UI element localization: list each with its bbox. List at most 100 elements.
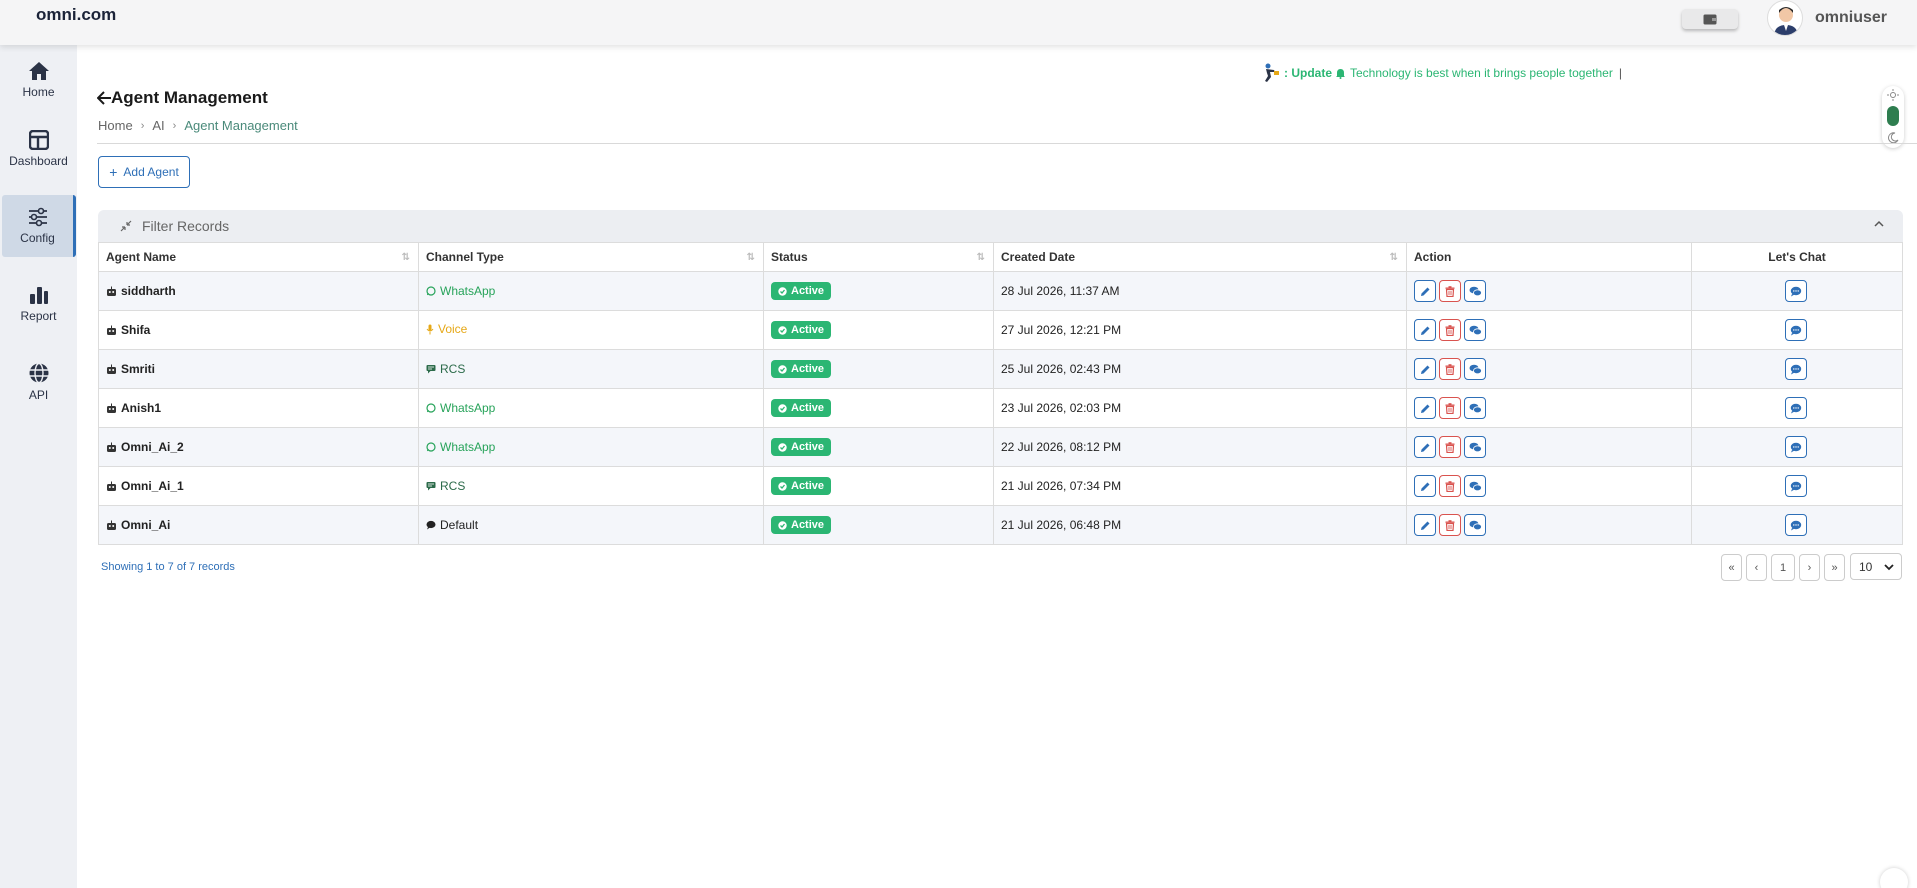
pagination: « ‹ 1 › » [1721,554,1845,581]
next-page-button[interactable]: › [1799,554,1820,581]
page-number-button[interactable]: 1 [1771,554,1795,581]
sidebar-item-label: API [28,388,49,402]
created-date-cell: 22 Jul 2026, 08:12 PM [993,427,1407,467]
created-date: 22 Jul 2026, 08:12 PM [1001,440,1122,454]
first-page-button[interactable]: « [1721,554,1742,581]
agent-name-cell: Omni_Ai_1 [98,466,419,506]
delete-button[interactable] [1439,280,1461,302]
whatsapp-icon [426,441,436,452]
chat-button[interactable] [1784,514,1807,536]
created-date-cell: 28 Jul 2026, 11:37 AM [993,271,1407,311]
microphone-icon [426,324,434,335]
page-size-select[interactable]: 10 [1850,553,1902,580]
ticker-message: Technology is best when it brings people… [1350,66,1613,80]
delete-button[interactable] [1439,358,1461,380]
edit-button[interactable] [1414,319,1436,341]
column-header-created-date[interactable]: Created Date ⇅ [993,242,1407,272]
sidebar-item-api[interactable]: API [0,351,77,413]
edit-button[interactable] [1414,358,1436,380]
chat-button[interactable] [1784,319,1807,341]
edit-button[interactable] [1414,397,1436,419]
edit-button[interactable] [1414,475,1436,497]
conversations-button[interactable] [1464,319,1486,341]
last-page-button[interactable]: » [1824,554,1845,581]
conversations-button[interactable] [1464,475,1486,497]
sort-icon[interactable]: ⇅ [977,252,985,263]
robot-icon [107,403,116,413]
created-date-cell: 21 Jul 2026, 07:34 PM [993,466,1407,506]
agent-name: Anish1 [121,401,162,415]
channel-type-cell: RCS [418,466,764,506]
action-cell [1406,349,1692,389]
column-header-channel-type[interactable]: Channel Type ⇅ [418,242,764,272]
chevron-right-icon: › [140,119,145,132]
chat-button[interactable] [1784,280,1807,302]
delete-button[interactable] [1439,319,1461,341]
agents-table: Agent Name ⇅ Channel Type ⇅ Status ⇅ Create… [98,242,1903,545]
chat-button[interactable] [1784,397,1807,419]
action-cell [1406,505,1692,545]
status-badge: Active [771,360,832,378]
status-cell: Active [763,505,994,545]
created-date-cell: 23 Jul 2026, 02:03 PM [993,388,1407,428]
wallet-button[interactable] [1682,9,1738,29]
conversations-icon [1469,481,1482,491]
sidebar-item-dashboard[interactable]: Dashboard [0,118,77,180]
conversations-button[interactable] [1464,514,1486,536]
add-agent-label: Add Agent [123,165,179,179]
prev-page-button[interactable]: ‹ [1746,554,1767,581]
column-header-status[interactable]: Status ⇅ [763,242,994,272]
sort-icon[interactable]: ⇅ [1390,252,1398,263]
chevron-up-icon[interactable] [1873,218,1885,230]
conversations-button[interactable] [1464,280,1486,302]
chat-button[interactable] [1784,475,1807,497]
chat-button[interactable] [1784,436,1807,458]
lets-chat-cell [1691,349,1903,389]
delete-button[interactable] [1439,397,1461,419]
add-agent-button[interactable]: + Add Agent [98,156,190,188]
trash-icon [1445,402,1455,414]
sidebar-item-config[interactable]: Config [2,195,76,257]
table-row: Omni_Ai Default Active 21 Jul 2026, 06:48 P… [98,505,1903,545]
chat-bubble-icon [426,520,436,529]
column-header-agent-name[interactable]: Agent Name ⇅ [98,242,419,272]
sidebar-item-home[interactable]: Home [0,49,77,111]
edit-button[interactable] [1414,514,1436,536]
message-icon [1790,364,1801,374]
conversations-icon [1469,364,1482,374]
brand-logo[interactable]: omni.com [36,5,116,25]
conversations-button[interactable] [1464,358,1486,380]
agent-name-cell: Smriti [98,349,419,389]
back-arrow-icon[interactable] [97,91,111,105]
conversations-icon [1469,520,1482,530]
filter-records-bar[interactable]: Filter Records [98,210,1903,242]
table-row: Omni_Ai_2 WhatsApp Active 22 Jul 2026, 08:1… [98,427,1903,467]
sort-icon[interactable]: ⇅ [402,252,410,263]
channel-type: WhatsApp [440,283,496,298]
theme-toggle[interactable] [1882,86,1904,148]
user-avatar[interactable] [1767,0,1803,36]
sidebar-item-label: Dashboard [9,154,68,168]
delete-button[interactable] [1439,475,1461,497]
edit-button[interactable] [1414,280,1436,302]
conversations-button[interactable] [1464,397,1486,419]
chat-button[interactable] [1784,358,1807,380]
delete-button[interactable] [1439,436,1461,458]
edit-icon [1420,482,1429,491]
delete-button[interactable] [1439,514,1461,536]
sidebar-item-report[interactable]: Report [0,273,77,335]
wallet-icon [1703,14,1717,24]
help-fab[interactable] [1880,868,1908,888]
channel-type-cell: WhatsApp [418,427,764,467]
breadcrumb-ai[interactable]: AI [152,118,164,133]
check-circle-icon [778,286,787,296]
page-title: Agent Management [97,88,268,108]
breadcrumb-home[interactable]: Home [98,118,133,133]
edit-button[interactable] [1414,436,1436,458]
column-header-action: Action [1406,242,1692,272]
conversations-button[interactable] [1464,436,1486,458]
sort-icon[interactable]: ⇅ [747,252,755,263]
username[interactable]: omniuser [1815,9,1887,27]
status-cell: Active [763,388,994,428]
agent-name-cell: Shifa [98,310,419,350]
